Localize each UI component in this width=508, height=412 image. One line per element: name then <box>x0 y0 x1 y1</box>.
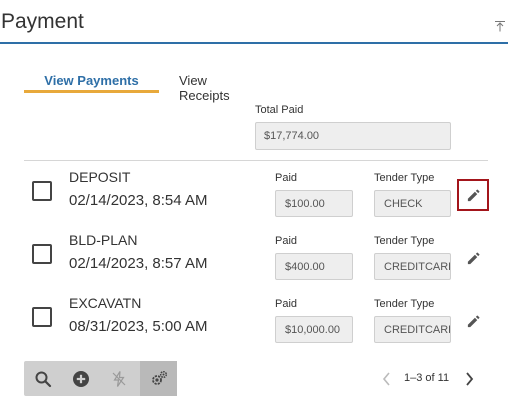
tender-type-label: Tender Type <box>374 235 435 247</box>
divider <box>24 160 488 161</box>
paid-label: Paid <box>275 298 298 310</box>
tender-type-label: Tender Type <box>374 298 435 310</box>
settings-button[interactable] <box>140 361 177 396</box>
search-icon <box>35 371 52 387</box>
page-title: Payment <box>1 10 84 33</box>
fee-code: BLD-PLAN <box>69 232 138 248</box>
pencil-icon <box>467 252 479 264</box>
add-icon <box>73 370 89 387</box>
fee-code: EXCAVATN <box>69 295 142 311</box>
row-checkbox[interactable] <box>32 307 52 327</box>
pencil-icon <box>467 189 479 201</box>
payment-row: EXCAVATN 08/31/2023, 5:00 AM Paid $10,00… <box>24 289 494 349</box>
pencil-icon <box>467 315 479 327</box>
edit-button[interactable] <box>457 179 489 211</box>
payment-date: 02/14/2023, 8:57 AM <box>69 255 208 272</box>
settings-icon <box>151 370 167 385</box>
tab-view-payments[interactable]: View Payments <box>24 70 159 93</box>
tender-type-label: Tender Type <box>374 172 435 184</box>
pagination-label: 1–3 of 11 <box>404 372 450 384</box>
quick-action-button[interactable] <box>100 361 138 396</box>
total-paid-field: $17,774.00 <box>255 122 451 150</box>
tender-type-field: CHECK <box>374 190 451 217</box>
tender-type-field: CREDITCARD <box>374 316 451 343</box>
fee-code: DEPOSIT <box>69 169 131 185</box>
tab-view-receipts[interactable]: View Receipts <box>179 70 230 103</box>
paid-label: Paid <box>275 235 298 247</box>
total-paid-label: Total Paid <box>255 104 304 116</box>
payment-row: BLD-PLAN 02/14/2023, 8:57 AM Paid $400.0… <box>24 226 494 286</box>
paid-field: $400.00 <box>275 253 353 280</box>
row-checkbox[interactable] <box>32 244 52 264</box>
chevron-left-icon[interactable] <box>380 370 394 388</box>
edit-button[interactable] <box>457 305 489 337</box>
chevron-right-icon[interactable] <box>462 370 476 388</box>
payment-row: DEPOSIT 02/14/2023, 8:54 AM Paid $100.00… <box>24 163 494 223</box>
payment-date: 02/14/2023, 8:54 AM <box>69 192 208 209</box>
row-checkbox[interactable] <box>32 181 52 201</box>
action-toolbar <box>24 361 177 396</box>
edit-button[interactable] <box>457 242 489 274</box>
payment-date: 08/31/2023, 5:00 AM <box>69 318 208 335</box>
panel-header: Payment <box>0 0 508 44</box>
paid-field: $100.00 <box>275 190 353 217</box>
tender-type-field: CREDITCARD <box>374 253 451 280</box>
bolt-disabled-icon <box>112 370 126 387</box>
search-button[interactable] <box>24 361 62 396</box>
collapse-up-icon[interactable] <box>494 20 506 32</box>
paid-field: $10,000.00 <box>275 316 353 343</box>
add-button[interactable] <box>62 361 100 396</box>
paid-label: Paid <box>275 172 298 184</box>
